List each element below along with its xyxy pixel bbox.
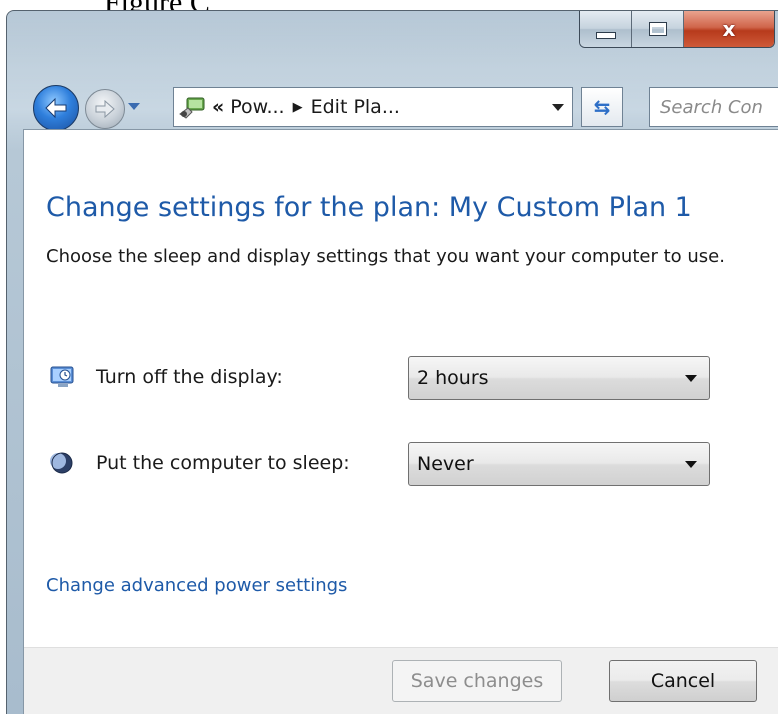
sleep-timeout-select[interactable]: Never [408,442,710,486]
power-options-window: x « Pow... ▶ Edit Pla... ⇆ Search Con Ch… [6,10,778,714]
recent-pages-dropdown[interactable] [128,103,140,110]
sleep-setting-label: Put the computer to sleep: [96,452,350,474]
forward-arrow-icon [95,100,115,118]
minimize-icon [595,31,616,39]
sleep-moon-icon [50,452,73,474]
close-button[interactable]: x [684,11,774,47]
breadcrumb-edit-plan[interactable]: Edit Pla... [311,96,400,118]
power-options-icon [179,97,205,119]
content-pane: Change settings for the plan: My Custom … [23,129,778,714]
forward-button[interactable] [85,89,125,129]
maximize-icon [648,22,667,36]
close-icon: x [722,17,736,41]
chevron-down-icon [685,461,697,468]
display-timeout-select[interactable]: 2 hours [408,356,710,400]
breadcrumb-power-options[interactable]: Pow... [230,96,284,118]
display-setting-label: Turn off the display: [96,366,283,388]
maximize-button[interactable] [632,11,684,47]
address-dropdown-icon[interactable] [552,104,564,111]
page-title: Change settings for the plan: My Custom … [46,192,692,223]
sleep-timeout-value: Never [417,453,474,475]
cancel-button[interactable]: Cancel [609,660,757,702]
display-monitor-icon [50,366,74,387]
caption-buttons: x [579,11,775,48]
chevron-down-icon [685,375,697,382]
setting-row-sleep: Put the computer to sleep: Never [46,442,746,486]
search-input[interactable]: Search Con [649,87,778,127]
back-arrow-icon [45,97,67,119]
page-description: Choose the sleep and display settings th… [46,246,725,267]
breadcrumb-separator-icon[interactable]: ▶ [293,100,303,115]
setting-row-display: Turn off the display: 2 hours [46,356,746,400]
refresh-button[interactable]: ⇆ [581,87,623,127]
address-bar[interactable]: « Pow... ▶ Edit Pla... [173,87,573,127]
display-timeout-value: 2 hours [417,367,489,389]
advanced-power-settings-link[interactable]: Change advanced power settings [46,575,347,596]
button-footer: Save changes Cancel [24,648,778,714]
minimize-button[interactable] [580,11,632,47]
navigation-bar: « Pow... ▶ Edit Pla... ⇆ Search Con [7,77,778,133]
search-placeholder: Search Con [660,96,763,118]
refresh-icon: ⇆ [593,95,611,119]
address-overflow-chevron[interactable]: « [212,96,224,118]
save-changes-button[interactable]: Save changes [392,660,562,702]
back-button[interactable] [33,85,79,131]
